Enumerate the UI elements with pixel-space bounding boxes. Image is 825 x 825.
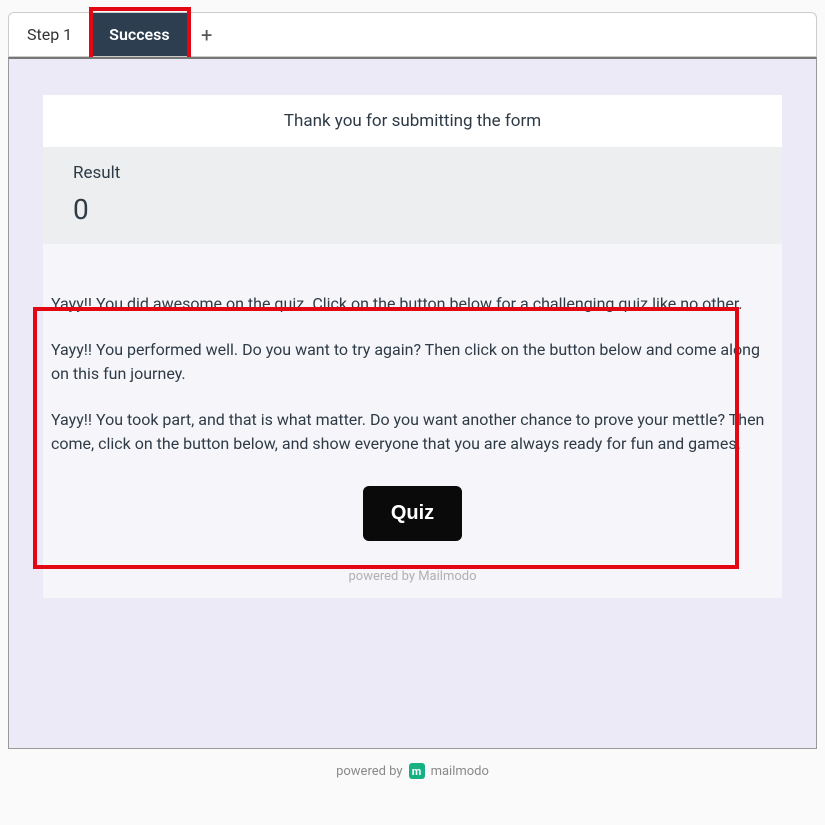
spacer (43, 244, 782, 272)
result-block: Result 0 (43, 147, 782, 244)
message-mid-score: Yayy!! You performed well. Do you want t… (51, 338, 774, 386)
tab-success[interactable]: Success (91, 13, 188, 56)
form-preview: Thank you for submitting the form Result… (43, 95, 782, 598)
result-label: Result (73, 163, 752, 183)
tab-step-1[interactable]: Step 1 (9, 13, 91, 56)
thankyou-message: Thank you for submitting the form (43, 95, 782, 147)
message-low-score: Yayy!! You took part, and that is what m… (51, 408, 774, 456)
powered-by-inline: powered by Mailmodo (43, 569, 782, 598)
quiz-button-row: Quiz (43, 486, 782, 541)
editor-canvas: Thank you for submitting the form Result… (8, 57, 817, 749)
footer-brand: mailmodo (431, 764, 489, 779)
add-tab-button[interactable]: + (189, 13, 225, 56)
quiz-button[interactable]: Quiz (363, 486, 462, 541)
footer-prefix: powered by (336, 764, 403, 779)
message-high-score: Yayy!! You did awesome on the quiz. Clic… (51, 292, 774, 316)
mailmodo-logo-icon: m (409, 763, 425, 779)
result-messages: Yayy!! You did awesome on the quiz. Clic… (43, 272, 782, 476)
result-value: 0 (73, 193, 752, 226)
plus-icon: + (201, 23, 212, 47)
tabs-row: Step 1 Success + (8, 12, 817, 57)
footer: powered by m mailmodo (0, 763, 825, 779)
